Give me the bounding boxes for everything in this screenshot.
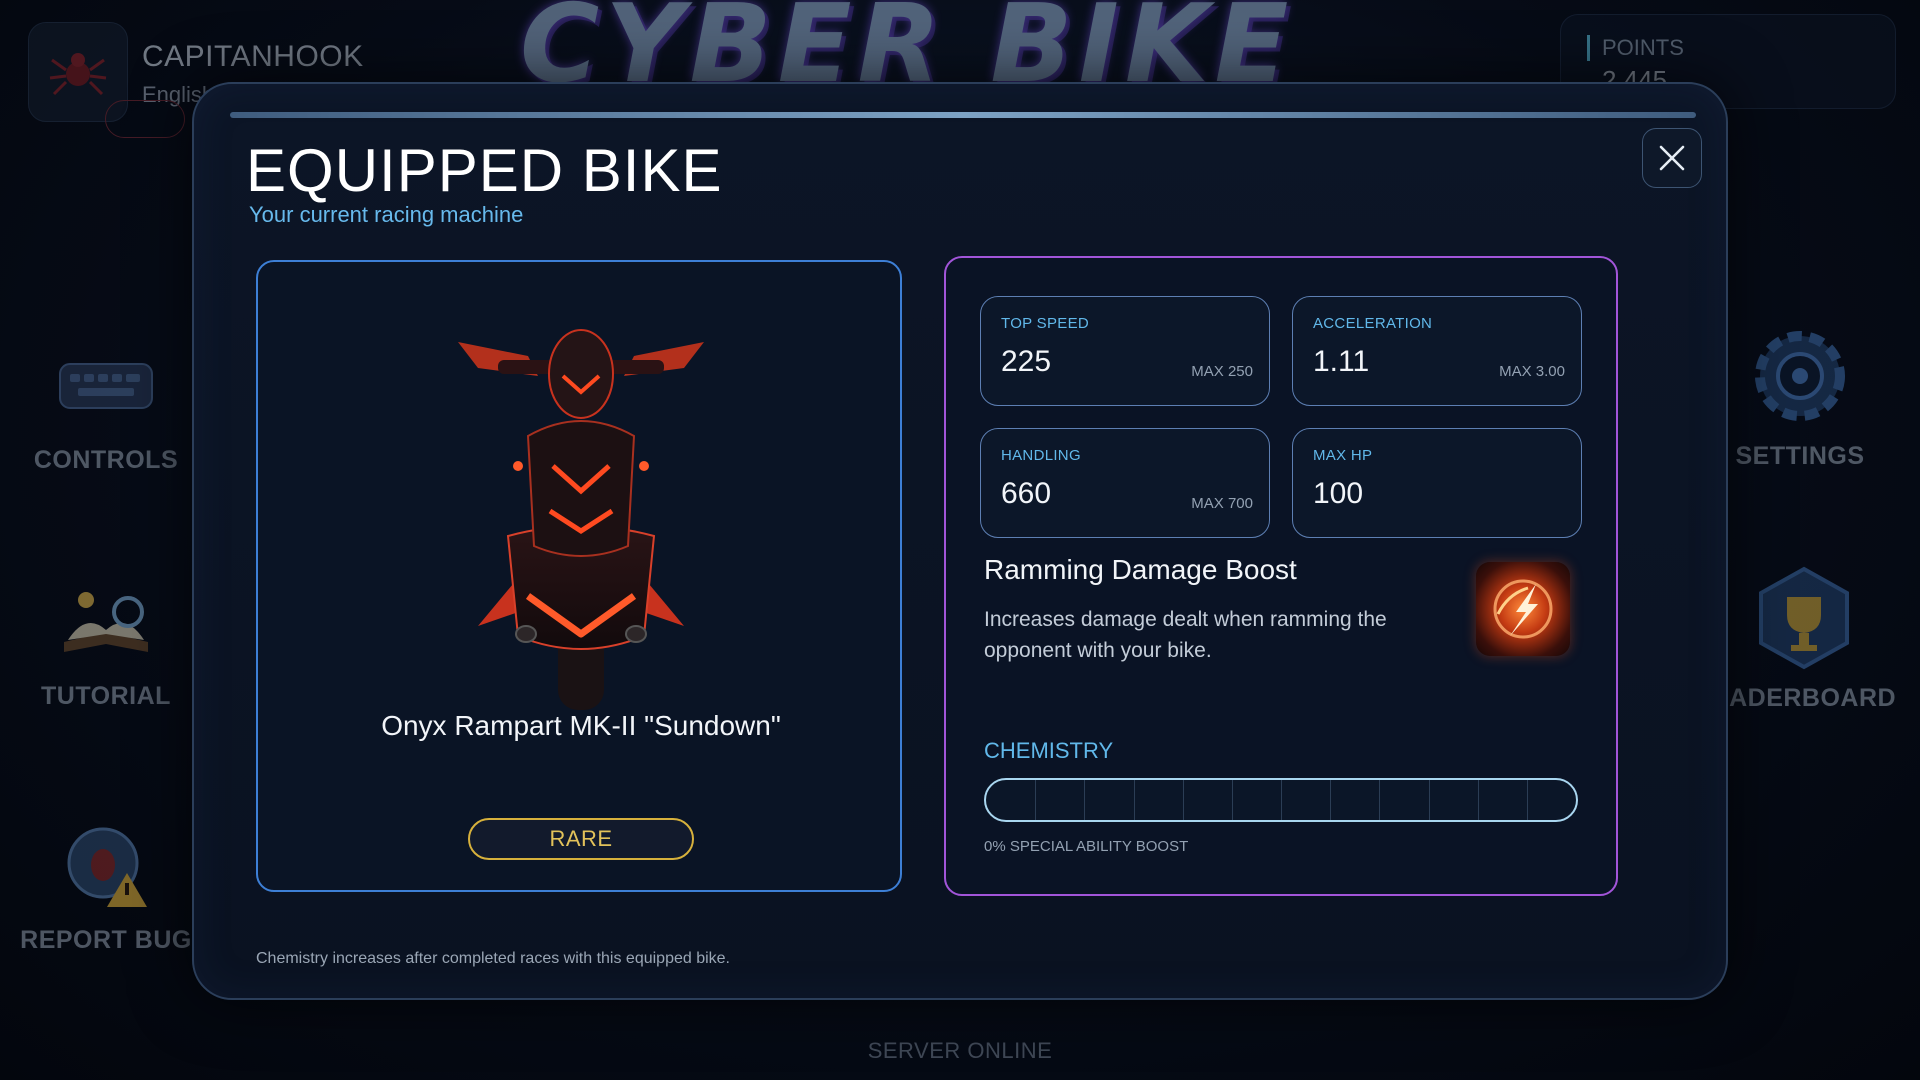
menu-label-tutorial: TUTORIAL	[41, 682, 171, 710]
bike-name: Onyx Rampart MK-II "Sundown"	[381, 710, 781, 741]
ability-name: Ramming Damage Boost	[984, 554, 1297, 585]
chemistry-segment-divider	[1330, 780, 1332, 820]
rarity-badge: RARE	[468, 818, 694, 860]
stat-label: MAX HP	[1313, 447, 1373, 464]
gear-icon	[1745, 320, 1855, 432]
modal-subtitle: Your current racing machine	[249, 202, 524, 227]
footer-note: Chemistry increases after completed race…	[256, 950, 730, 967]
chemistry-segment-divider	[1231, 780, 1233, 820]
player-name: CAPITANHOOK	[142, 40, 364, 73]
stats-panel: TOP SPEED 225 MAX 250 ACCELERATION 1.11 …	[944, 256, 1618, 896]
keyboard-icon	[51, 336, 161, 436]
menu-label-settings: SETTINGS	[1735, 442, 1865, 470]
stat-value: 100	[1313, 477, 1364, 510]
stat-value: 225	[1001, 345, 1052, 378]
menu-item-leaderboard[interactable]: EADERBOARD	[1704, 562, 1904, 713]
chemistry-segment-divider	[1281, 780, 1282, 820]
menu-label-leaderboard: EADERBOARD	[1711, 684, 1897, 712]
menu-item-tutorial[interactable]: TUTORIAL	[6, 572, 206, 711]
stat-card-acceleration: ACCELERATION 1.11 MAX 3.00	[1292, 296, 1582, 406]
stat-value: 660	[1001, 477, 1052, 510]
chemistry-segment-divider	[1428, 780, 1430, 820]
ability-description: Increases damage dealt when ramming the …	[984, 608, 1387, 662]
points-label: POINTS	[1587, 35, 1869, 61]
trophy-icon	[1749, 562, 1859, 674]
menu-item-controls[interactable]: CONTROLS	[6, 336, 206, 475]
stat-label: HANDLING	[1001, 447, 1081, 464]
bike-image	[458, 329, 704, 710]
bug-icon	[51, 816, 161, 916]
stat-card-top-speed: TOP SPEED 225 MAX 250	[980, 296, 1270, 406]
close-icon	[1659, 145, 1685, 171]
chemistry-segment-divider	[1035, 780, 1037, 820]
chemistry-boost-text: 0% SPECIAL ABILITY BOOST	[984, 838, 1189, 855]
stat-card-max-hp: MAX HP 100	[1292, 428, 1582, 538]
menu-item-report-bug[interactable]: REPORT BUG	[6, 816, 206, 955]
chemistry-label: CHEMISTRY	[984, 738, 1114, 763]
chemistry-segment-divider	[1182, 780, 1184, 820]
ram-boost-icon	[1476, 562, 1570, 656]
stat-value: 1.11	[1313, 345, 1370, 378]
equipped-bike-modal: EQUIPPED BIKE Your current racing machin…	[192, 82, 1728, 1000]
chemistry-segment-divider	[1379, 780, 1381, 820]
server-status: SERVER ONLINE	[867, 1038, 1053, 1063]
bike-panel: Onyx Rampart MK-II "Sundown" RARE	[256, 260, 902, 892]
modal-title: EQUIPPED BIKE	[246, 137, 723, 204]
menu-item-settings[interactable]: SETTINGS	[1700, 320, 1900, 471]
spider-avatar-icon	[49, 53, 107, 96]
chemistry-segment-divider	[1477, 780, 1479, 820]
menu-label-report-bug: REPORT BUG	[20, 926, 192, 954]
book-icon	[51, 572, 161, 672]
close-button[interactable]	[1642, 128, 1702, 188]
stat-max: MAX 250	[1191, 363, 1253, 380]
edit-profile-button[interactable]	[105, 100, 185, 138]
stat-card-handling: HANDLING 660 MAX 700	[980, 428, 1270, 538]
menu-label-controls: CONTROLS	[33, 446, 179, 474]
stat-label: ACCELERATION	[1313, 315, 1433, 332]
chemistry-segment-divider	[1084, 780, 1086, 820]
chemistry-segment-divider	[1133, 780, 1135, 820]
stat-label: TOP SPEED	[1001, 315, 1090, 332]
stat-max: MAX 700	[1191, 495, 1253, 512]
modal-top-accent	[230, 112, 1696, 118]
stat-max: MAX 3.00	[1499, 363, 1565, 380]
chemistry-segment-divider	[1526, 780, 1528, 820]
chemistry-progress-bar	[984, 778, 1578, 822]
